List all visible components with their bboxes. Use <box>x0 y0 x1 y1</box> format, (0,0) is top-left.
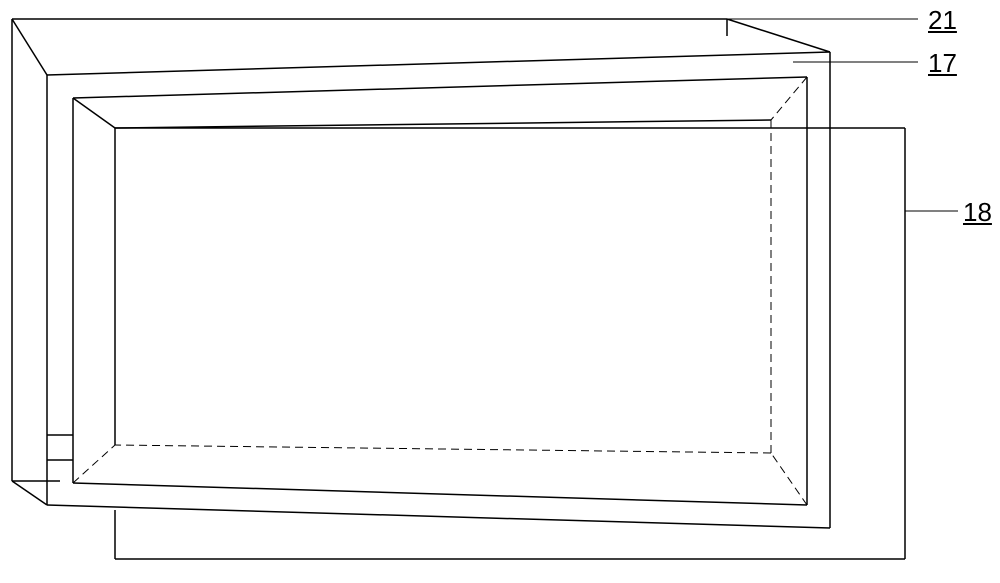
label-17: 17 <box>928 48 957 79</box>
label-18: 18 <box>963 197 992 228</box>
box-drawing <box>0 0 1000 578</box>
label-21: 21 <box>928 5 957 36</box>
technical-diagram: 21 17 18 <box>0 0 1000 578</box>
